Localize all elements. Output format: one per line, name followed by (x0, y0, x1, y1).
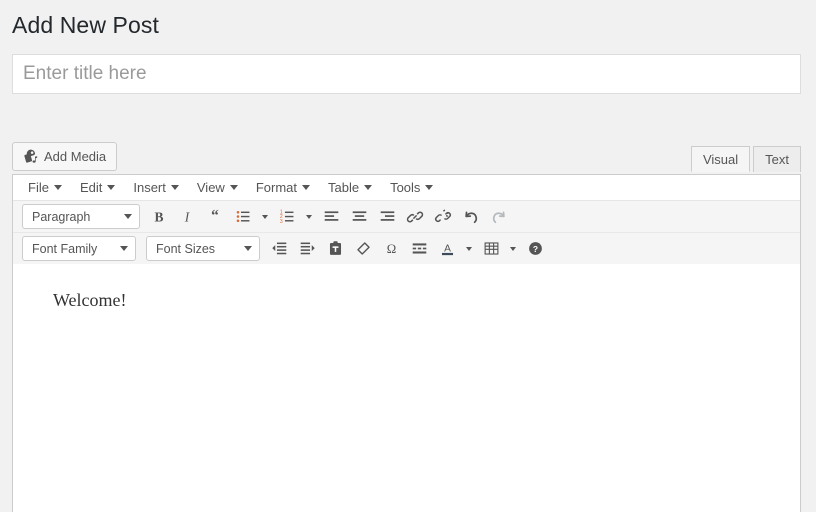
help-button[interactable]: ? (521, 236, 549, 261)
chevron-down-icon (306, 214, 312, 219)
page-title: Add New Post (12, 12, 159, 38)
editor-mode-tabs: Visual Text (688, 146, 801, 172)
menu-file[interactable]: File (19, 177, 71, 199)
editor-content-area[interactable]: Welcome! (13, 264, 800, 512)
blockquote-button[interactable]: “ (201, 204, 229, 229)
italic-button[interactable]: I (173, 204, 201, 229)
table-button[interactable] (477, 236, 505, 261)
chevron-down-icon (510, 246, 516, 251)
chevron-down-icon (262, 214, 268, 219)
paragraph-format-select[interactable]: Paragraph (22, 204, 140, 229)
svg-text:B: B (154, 209, 163, 224)
menu-insert[interactable]: Insert (124, 177, 188, 199)
bold-button[interactable]: B (145, 204, 173, 229)
bullet-list-dropdown[interactable] (257, 204, 273, 229)
chevron-down-icon (466, 246, 472, 251)
wordpress-add-new-post-screen: Add New Post Add Media Visual Text (0, 0, 816, 512)
paragraph-format-value: Paragraph (32, 209, 91, 224)
align-center-button[interactable] (345, 204, 373, 229)
post-editor: Add Media Visual Text File Edit Insert V… (12, 142, 801, 512)
add-media-button[interactable]: Add Media (12, 142, 118, 171)
chevron-down-icon (302, 185, 310, 190)
numbered-list-button[interactable]: 1 2 3 (273, 204, 301, 229)
menu-view[interactable]: View (188, 177, 247, 199)
align-left-button[interactable] (317, 204, 345, 229)
increase-indent-button[interactable] (293, 236, 321, 261)
chevron-down-icon (364, 185, 373, 190)
redo-button[interactable] (485, 204, 513, 229)
decrease-indent-button[interactable] (265, 236, 293, 261)
chevron-down-icon (425, 185, 434, 190)
svg-text:Ω: Ω (386, 242, 395, 256)
svg-text:A: A (444, 243, 451, 254)
link-button[interactable] (401, 204, 429, 229)
chevron-down-icon (124, 214, 132, 219)
content-paragraph: Welcome! (53, 290, 127, 310)
tinymce-editor: File Edit Insert View Format Table Tools… (12, 174, 801, 512)
font-family-value: Font Family (32, 241, 98, 256)
clear-formatting-button[interactable] (349, 236, 377, 261)
svg-text:?: ? (532, 244, 537, 254)
menu-table-label: Table (328, 180, 360, 195)
table-dropdown[interactable] (505, 236, 521, 261)
menu-tools-label: Tools (390, 180, 421, 195)
editor-toolbar-row-2: Font Family Font Sizes Ω A ? (13, 233, 800, 264)
chevron-down-icon (120, 246, 128, 251)
add-media-label: Add Media (44, 149, 107, 164)
numbered-list-dropdown[interactable] (301, 204, 317, 229)
chevron-down-icon (107, 185, 116, 190)
menu-format[interactable]: Format (247, 177, 319, 199)
svg-text:I: I (184, 209, 191, 224)
post-title-input[interactable] (13, 55, 800, 93)
text-color-button[interactable]: A (433, 236, 461, 261)
undo-button[interactable] (457, 204, 485, 229)
editor-menubar: File Edit Insert View Format Table Tools (13, 175, 800, 201)
menu-edit[interactable]: Edit (71, 177, 124, 199)
font-family-select[interactable]: Font Family (22, 236, 136, 261)
menu-edit-label: Edit (79, 180, 103, 195)
svg-text:“: “ (211, 208, 219, 225)
post-title-field-wrapper (12, 54, 801, 94)
unlink-button[interactable] (429, 204, 457, 229)
chevron-down-icon (244, 246, 252, 251)
horizontal-line-button[interactable] (405, 236, 433, 261)
tab-text[interactable]: Text (753, 146, 801, 172)
media-icon (21, 148, 38, 165)
paste-as-text-button[interactable] (321, 236, 349, 261)
chevron-down-icon (53, 185, 62, 190)
font-sizes-select[interactable]: Font Sizes (146, 236, 260, 261)
menu-tools[interactable]: Tools (381, 177, 442, 199)
chevron-down-icon (229, 185, 238, 190)
font-sizes-value: Font Sizes (156, 241, 216, 256)
menu-file-label: File (28, 180, 49, 195)
menu-table[interactable]: Table (319, 177, 381, 199)
bullet-list-button[interactable] (229, 204, 257, 229)
tab-visual[interactable]: Visual (690, 146, 751, 172)
menu-view-label: View (196, 180, 225, 195)
menu-format-label: Format (255, 180, 297, 195)
text-color-dropdown[interactable] (461, 236, 477, 261)
chevron-down-icon (170, 185, 179, 190)
svg-text:3: 3 (279, 219, 282, 225)
editor-top-bar: Add Media Visual Text (12, 142, 801, 174)
align-right-button[interactable] (373, 204, 401, 229)
special-character-button[interactable]: Ω (377, 236, 405, 261)
menu-insert-label: Insert (133, 180, 166, 195)
editor-toolbar-row-1: Paragraph B I “ 1 2 3 (13, 201, 800, 233)
